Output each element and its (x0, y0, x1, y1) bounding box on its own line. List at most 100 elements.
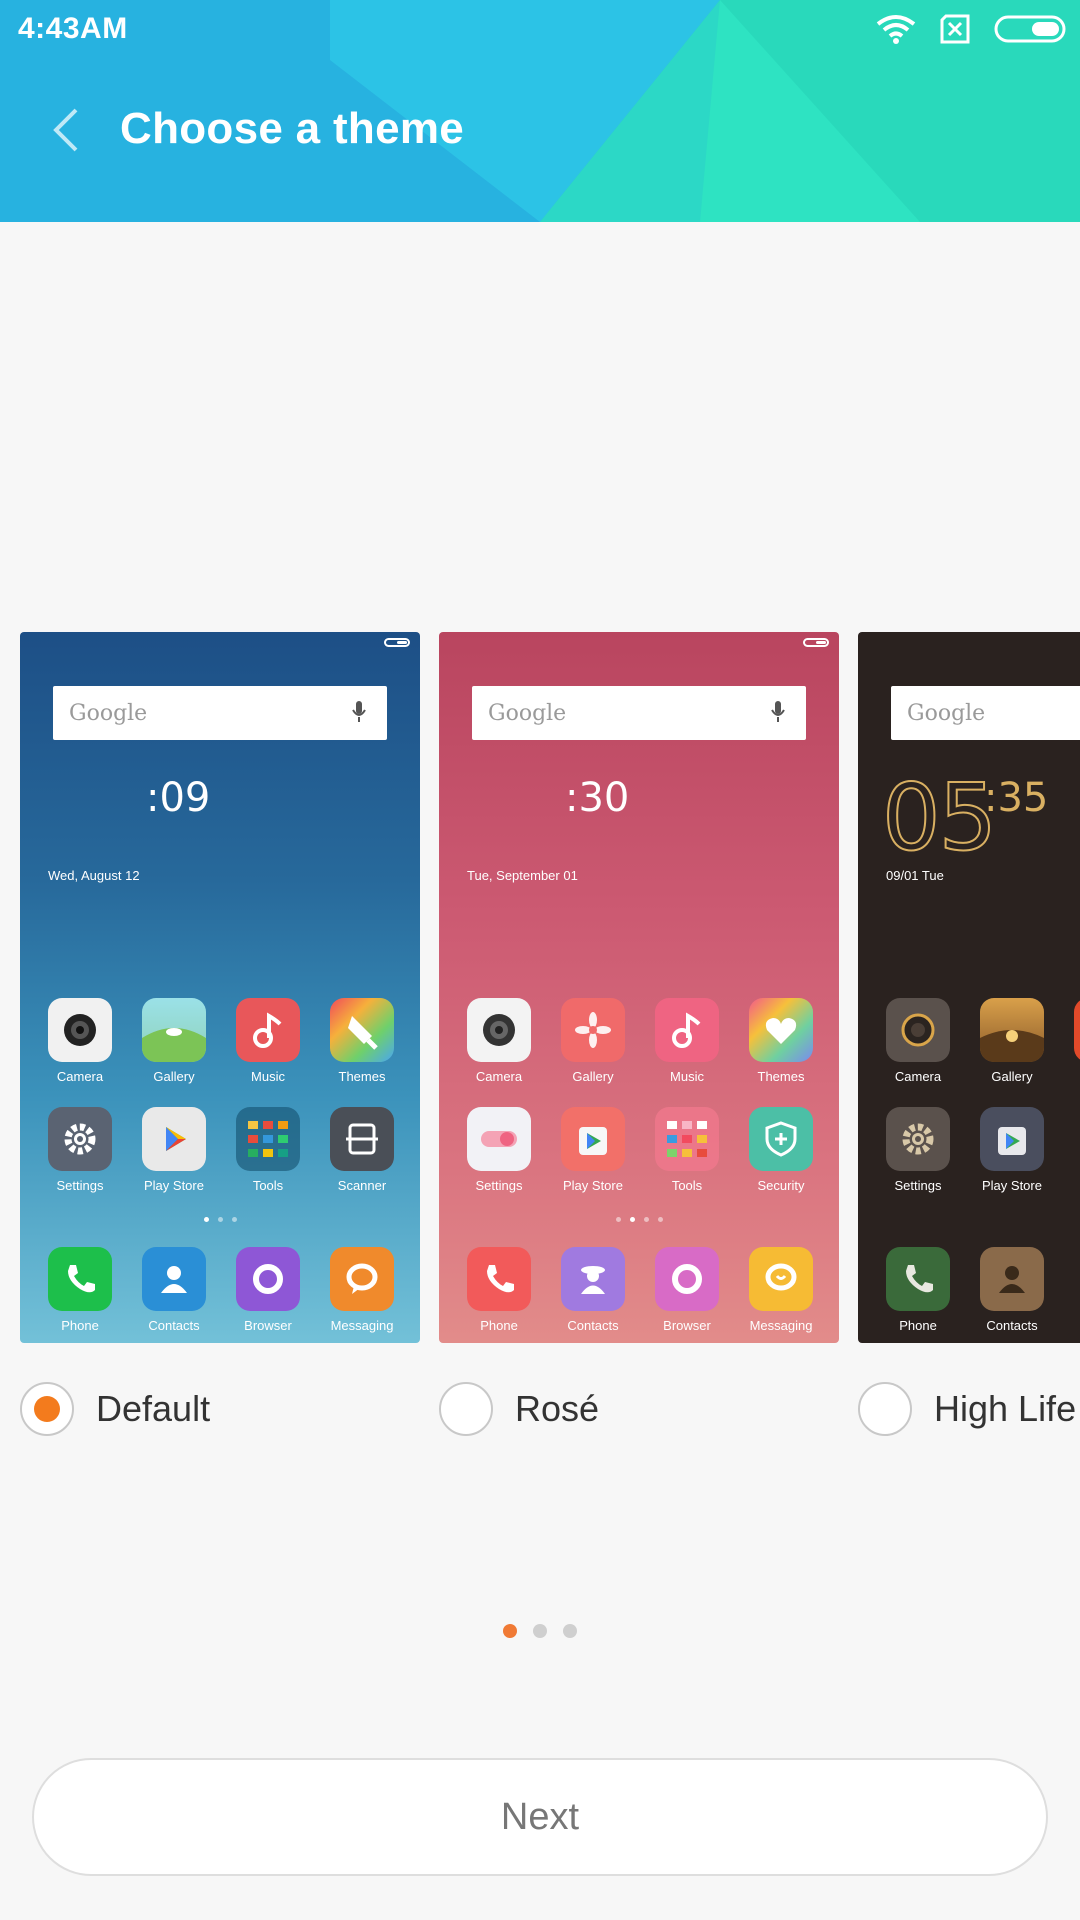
app-camera: Camera (871, 998, 965, 1084)
play-store-icon (980, 1107, 1044, 1171)
theme-preview-default[interactable]: Google 03 :09 Wed, August 12 (20, 632, 420, 1343)
theme-carousel[interactable]: Google 03 :09 Wed, August 12 (0, 632, 1080, 1452)
mic-icon (771, 701, 785, 722)
app-music: Music (221, 998, 315, 1084)
app-label: Music (251, 1069, 285, 1084)
app-label: Tools (252, 1178, 284, 1193)
preview-clock: 03 :09 (44, 772, 210, 864)
app-phone: Phone (33, 1247, 127, 1333)
app-settings: Settings (871, 1107, 965, 1193)
app-label: Tools (671, 1178, 703, 1193)
no-sim-icon (940, 14, 970, 44)
preview-search-label: Google (488, 700, 567, 726)
radio-selected-dot (34, 1396, 60, 1422)
next-button[interactable]: Next (32, 1758, 1048, 1876)
preview-battery-icon (803, 638, 829, 647)
play-store-icon (561, 1107, 625, 1171)
preview-page-dots (858, 1217, 1080, 1222)
theme-card-high-life[interactable]: Google 05 :35 09/01 Tue Camera Gallery S… (858, 632, 1080, 1436)
app-messaging: Messaging (734, 1247, 828, 1333)
app-label: Contacts (567, 1318, 619, 1333)
preview-clock: 05 :30 (463, 772, 629, 864)
app-scanner: Scanner (315, 1107, 409, 1193)
app-label: Phone (61, 1318, 99, 1333)
app-themes: Themes (734, 998, 828, 1084)
app-browser: Browser (640, 1247, 734, 1333)
preview-search-bar: Google (891, 686, 1080, 740)
theme-option-rose[interactable]: Rosé (439, 1382, 599, 1436)
app-phone: Phone (452, 1247, 546, 1333)
music-icon (236, 998, 300, 1062)
theme-card-rose[interactable]: Google 05 :30 Tue, September 01 (439, 632, 839, 1436)
preview-clock-minutes: :09 (146, 775, 211, 821)
app-label: Settings (475, 1178, 523, 1193)
app-camera: Camera (33, 998, 127, 1084)
preview-date: Wed, August 12 (48, 868, 140, 883)
preview-date: 09/01 Tue (886, 868, 944, 883)
page-dot (563, 1624, 577, 1638)
app-settings: Settings (452, 1107, 546, 1193)
app-label: Camera (475, 1069, 523, 1084)
theme-preview-rose[interactable]: Google 05 :30 Tue, September 01 (439, 632, 839, 1343)
gallery-icon (561, 998, 625, 1062)
preview-clock-minutes: :30 (565, 775, 630, 821)
back-button[interactable] (40, 100, 90, 160)
radio-high-life[interactable] (858, 1382, 912, 1436)
battery-icon (994, 15, 1066, 43)
theme-option-default[interactable]: Default (20, 1382, 210, 1436)
camera-icon (48, 998, 112, 1062)
theme-card-default[interactable]: Google 03 :09 Wed, August 12 (20, 632, 420, 1436)
status-time: 4:43AM (18, 12, 128, 45)
theme-preview-high-life[interactable]: Google 05 :35 09/01 Tue Camera Gallery S… (858, 632, 1080, 1343)
app-label: Scanner (337, 1178, 387, 1193)
browser-icon (236, 1247, 300, 1311)
radio-default[interactable] (20, 1382, 74, 1436)
app-camera: Camera (452, 998, 546, 1084)
music-icon (1074, 998, 1080, 1062)
app-music (1059, 998, 1080, 1062)
preview-date: Tue, September 01 (467, 868, 578, 883)
tools-folder-icon (236, 1107, 300, 1171)
theme-name-label[interactable]: Default (96, 1388, 210, 1430)
preview-clock-hours: 05 (881, 764, 998, 871)
app-label: Phone (480, 1318, 518, 1333)
app-tools: Tools (640, 1107, 734, 1193)
contacts-icon (980, 1247, 1044, 1311)
themes-icon (749, 998, 813, 1062)
theme-name-label[interactable]: Rosé (515, 1388, 599, 1430)
app-label: Gallery (572, 1069, 614, 1084)
page-dot (533, 1624, 547, 1638)
theme-option-high-life[interactable]: High Life (858, 1382, 1076, 1436)
status-icons (876, 14, 1066, 44)
contacts-icon (142, 1247, 206, 1311)
theme-name-label[interactable]: High Life (934, 1388, 1076, 1430)
gallery-icon (142, 998, 206, 1062)
app-phone: Phone (871, 1247, 965, 1333)
page-title: Choose a theme (120, 104, 465, 153)
app-label: Messaging (749, 1318, 813, 1333)
app-label: Camera (56, 1069, 104, 1084)
radio-rose[interactable] (439, 1382, 493, 1436)
app-gallery: Gallery (546, 998, 640, 1084)
app-security: Security (734, 1107, 828, 1193)
camera-icon (886, 998, 950, 1062)
app-label: Play Store (982, 1178, 1042, 1193)
app-label: Messaging (330, 1318, 394, 1333)
app-themes: Themes (315, 998, 409, 1084)
preview-page-dots (439, 1217, 839, 1222)
app-label: Themes (338, 1069, 386, 1084)
app-messaging: Messaging (315, 1247, 409, 1333)
app-contacts: Contacts (127, 1247, 221, 1333)
app-label: Themes (757, 1069, 805, 1084)
phone-icon (886, 1247, 950, 1311)
app-play-store: Play Store (965, 1107, 1059, 1193)
gallery-icon (980, 998, 1044, 1062)
app-label: Browser (663, 1318, 711, 1333)
page-dot-active (503, 1624, 517, 1638)
app-gallery: Gallery (127, 998, 221, 1084)
preview-search-bar: Google (472, 686, 806, 740)
preview-clock: 05 :35 (881, 764, 1048, 871)
app-label: Settings (56, 1178, 104, 1193)
app-label: Gallery (153, 1069, 195, 1084)
themes-icon (330, 998, 394, 1062)
